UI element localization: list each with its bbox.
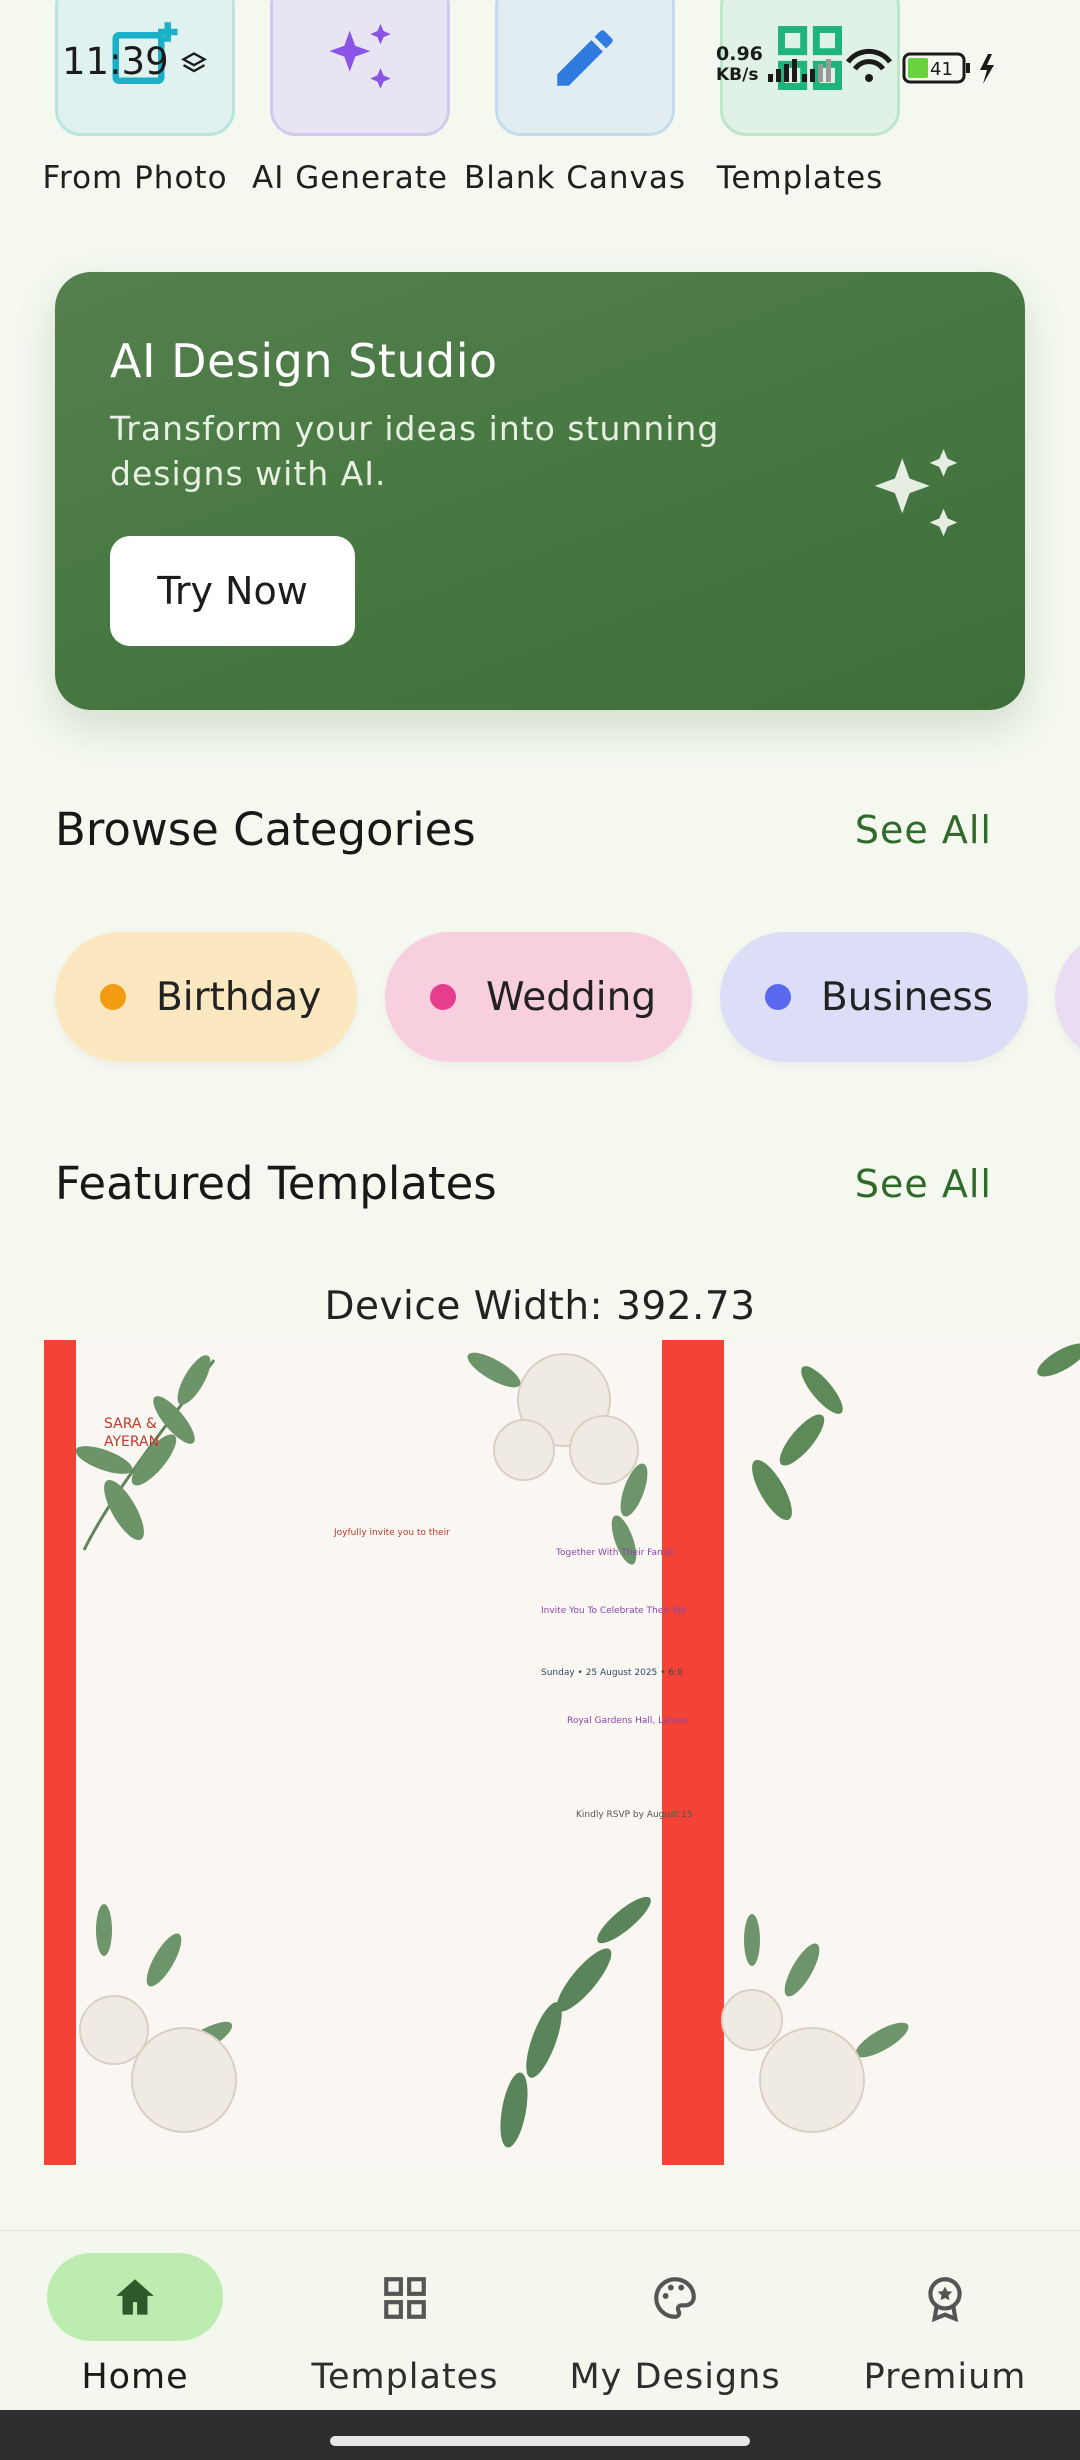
quick-action-from-photo[interactable]: From Photo [42, 0, 235, 210]
quick-label-blank-canvas: Blank Canvas [463, 160, 687, 196]
charging-icon [980, 54, 994, 84]
home-gesture-bar[interactable] [330, 2436, 750, 2446]
sparkle-icon [874, 449, 958, 537]
category-label: Wedding [486, 974, 657, 1020]
net-speed-unit: KB/s [716, 65, 758, 85]
device-width-label: Device Width: 392.73 [324, 1284, 756, 1329]
nav-label-premium: Premium [863, 2357, 1027, 2397]
invite-venue-text: Royal Gardens Hall, Lahore [567, 1716, 689, 1726]
quick-label-from-photo: From Photo [42, 160, 228, 196]
quick-label-templates: Templates [716, 160, 884, 196]
net-speed-value: 0.96 [716, 43, 763, 65]
nav-label-my-designs: My Designs [569, 2357, 781, 2397]
banner-description: Transform your ideas into stunning desig… [110, 409, 720, 493]
system-gesture-area [0, 2410, 1080, 2460]
invite-date-text: Sunday • 25 August 2025 • 6:0 [541, 1668, 683, 1678]
nav-item-home[interactable]: Home [0, 2231, 270, 2411]
status-icons-svg: 0.96 KB/s 41 [716, 43, 994, 85]
nav-label-home: Home [81, 2357, 189, 2397]
category-chip-birthday[interactable]: Birthday [55, 932, 357, 1062]
templates-grid-icon [384, 2277, 426, 2319]
category-dot [100, 984, 126, 1010]
category-chip-wedding[interactable]: Wedding [385, 932, 692, 1062]
templates-see-all-link[interactable]: See All [855, 1162, 992, 1206]
quick-label-ai-generate: AI Generate [252, 160, 448, 196]
quick-tile-ai-generate[interactable] [270, 0, 450, 136]
category-label: Birthday [156, 974, 322, 1020]
home-icon [116, 2279, 154, 2315]
category-chip-business[interactable]: Business [720, 932, 1028, 1062]
quick-tile-blank-canvas[interactable] [495, 0, 675, 136]
template-card-wedding-floral-2[interactable] [662, 1340, 1080, 2165]
battery-icon: 41 [902, 52, 970, 84]
leaf-illustration [75, 1352, 651, 2148]
invite-rsvp-text: Kindly RSVP by August 15 [576, 1810, 693, 1820]
try-now-button[interactable]: Try Now [110, 536, 355, 646]
category-label: Business [821, 974, 993, 1020]
nav-label-templates: Templates [311, 2357, 499, 2397]
nav-item-premium[interactable]: Premium [810, 2231, 1080, 2411]
invite-joyfully-text: Joyfully invite you to their [334, 1528, 450, 1538]
category-chip-more[interactable] [1055, 932, 1080, 1062]
category-dot [765, 984, 791, 1010]
featured-templates-title: Featured Templates [55, 1157, 497, 1210]
sparkle-icon [329, 23, 391, 89]
status-icons: 0.96 KB/s 41 [716, 40, 1046, 90]
invite-couple-names: SARA & AYERAN [104, 1416, 160, 1450]
battery-level: 41 [930, 59, 953, 80]
signal-icon [768, 59, 831, 82]
bottom-navigation: Home Templates My Designs Premium [0, 2230, 1080, 2410]
wifi-icon [845, 48, 893, 82]
quick-action-blank-canvas[interactable]: Blank Canvas [464, 0, 685, 210]
categories-row: Birthday Wedding Business [0, 930, 1080, 1070]
categories-see-all-link[interactable]: See All [855, 808, 992, 852]
banner-title: AI Design Studio [110, 334, 498, 388]
pencil-icon [557, 30, 613, 86]
invite-families-text: Together With Their Famili [556, 1548, 674, 1558]
browse-categories-title: Browse Categories [55, 803, 476, 856]
quick-action-ai-generate[interactable]: AI Generate [252, 0, 450, 210]
palette-icon [654, 2277, 696, 2319]
nav-item-templates[interactable]: Templates [270, 2231, 540, 2411]
template-card-wedding-floral[interactable]: SARA & AYERAN Joyfully invite you to the… [44, 1340, 662, 2165]
featured-templates-carousel: SARA & AYERAN Joyfully invite you to the… [0, 1340, 1080, 2165]
nav-item-my-designs[interactable]: My Designs [540, 2231, 810, 2411]
category-dot [430, 984, 456, 1010]
leaf-illustration [721, 1343, 1080, 2133]
status-time: 11:39 [62, 40, 208, 83]
quick-action-templates[interactable]: Templates [710, 0, 900, 210]
quick-actions-row: From Photo AI Generate Blank Canvas Temp… [0, 0, 1080, 210]
ai-design-studio-banner: AI Design Studio Transform your ideas in… [55, 272, 1025, 710]
premium-badge-icon [928, 2277, 962, 2323]
status-time-text: 11:39 [62, 40, 169, 83]
layers-icon [181, 51, 208, 72]
invite-celebrate-text: Invite You To Celebrate Their We [541, 1606, 687, 1616]
